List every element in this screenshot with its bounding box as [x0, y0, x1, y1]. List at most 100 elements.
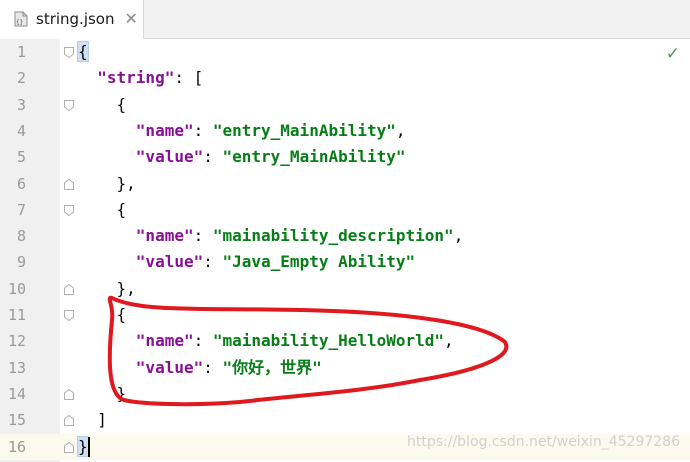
line-number: 2: [16, 69, 26, 88]
code-line[interactable]: 15 ]: [0, 407, 690, 433]
code-text: {: [78, 302, 127, 328]
tab-string-json[interactable]: {} string.json ✕: [0, 0, 144, 39]
json-key: "name": [135, 120, 194, 140]
json-punctuation: : [: [174, 68, 204, 88]
json-punctuation: [78, 121, 136, 140]
fold-marker-icon[interactable]: [64, 178, 74, 190]
json-string: "entry_MainAbility": [212, 120, 396, 140]
json-punctuation: [78, 331, 136, 350]
line-number: 12: [7, 332, 26, 351]
json-punctuation: :: [193, 120, 213, 140]
code-line[interactable]: 5 "value": "entry_MainAbility": [0, 144, 690, 170]
code-text: "string": [: [78, 65, 203, 91]
code-text: },: [78, 171, 136, 197]
json-punctuation: },: [78, 278, 136, 298]
code-line[interactable]: 13 "value": "你好，世界": [0, 355, 690, 381]
fold-marker-icon[interactable]: [64, 204, 74, 216]
json-punctuation: ]: [78, 410, 107, 430]
json-punctuation: {: [78, 305, 127, 324]
code-line[interactable]: 8 "name": "mainability_description",: [0, 223, 690, 249]
code-text: },: [78, 276, 136, 302]
fold-marker-icon[interactable]: [64, 415, 74, 427]
json-punctuation: [78, 147, 136, 166]
json-punctuation: ,: [444, 331, 454, 351]
code-text: {: [78, 92, 127, 118]
code-text: {: [77, 39, 89, 65]
json-punctuation: {: [77, 41, 89, 62]
line-number: 10: [7, 279, 26, 298]
json-file-icon: {}: [14, 11, 28, 27]
code-text: "name": "entry_MainAbility",: [78, 118, 406, 144]
code-line[interactable]: 11 {: [0, 302, 690, 328]
json-punctuation: {: [78, 199, 127, 219]
code-line[interactable]: 9 "value": "Java_Empty Ability": [0, 249, 690, 275]
editor-tab-bar: {} string.json ✕: [0, 0, 690, 39]
code-line[interactable]: 3 {: [0, 92, 690, 118]
line-number: 15: [7, 411, 26, 430]
json-punctuation: :: [193, 331, 213, 351]
json-punctuation: [78, 68, 97, 87]
json-string: "你好，世界": [222, 357, 322, 377]
code-text: "value": "Java_Empty Ability": [78, 249, 415, 275]
code-text: }: [78, 381, 127, 407]
json-punctuation: :: [203, 357, 223, 377]
fold-marker-icon[interactable]: [64, 47, 74, 58]
line-number: 1: [16, 43, 26, 61]
json-punctuation: [78, 226, 136, 245]
code-line[interactable]: 6 },: [0, 171, 690, 197]
watermark: https://blog.csdn.net/weixin_45297286: [406, 434, 680, 450]
json-punctuation: :: [203, 252, 223, 272]
line-number: 16: [7, 437, 26, 456]
json-key: "string": [97, 68, 175, 88]
code-line[interactable]: 14 }: [0, 381, 690, 407]
line-number: 5: [16, 148, 26, 167]
json-key: "value": [135, 252, 204, 272]
json-key: "value": [135, 357, 204, 377]
line-number: 3: [16, 95, 26, 114]
code-text: "value": "entry_MainAbility": [78, 144, 406, 170]
json-key: "name": [135, 331, 194, 351]
fold-marker-icon[interactable]: [64, 388, 74, 400]
text-caret: [88, 436, 90, 457]
json-punctuation: {: [78, 94, 127, 114]
code-line[interactable]: 12 "name": "mainability_HelloWorld",: [0, 328, 690, 354]
code-line[interactable]: 2 "string": [: [0, 65, 690, 91]
json-punctuation: },: [78, 173, 136, 193]
json-string: "entry_MainAbility": [222, 147, 406, 167]
code-text: ]: [78, 407, 107, 433]
json-string: "mainability_description": [212, 226, 454, 246]
line-number: 4: [16, 121, 26, 140]
line-number: 8: [16, 227, 26, 246]
code-line[interactable]: 10 },: [0, 276, 690, 302]
json-punctuation: :: [203, 147, 223, 167]
line-number: 6: [16, 174, 26, 193]
code-text: "name": "mainability_description",: [78, 223, 464, 249]
fold-marker-icon[interactable]: [64, 283, 74, 295]
fold-marker-icon[interactable]: [64, 99, 74, 111]
code-line[interactable]: 1{: [0, 39, 690, 65]
json-punctuation: [78, 358, 136, 377]
json-key: "name": [135, 226, 194, 246]
json-punctuation: }: [78, 383, 127, 403]
json-string: "Java_Empty Ability": [222, 252, 416, 272]
fold-marker-icon[interactable]: [64, 310, 74, 321]
line-number: 13: [7, 358, 26, 377]
json-punctuation: }: [77, 435, 89, 457]
json-punctuation: ,: [395, 120, 406, 140]
code-text: }: [77, 434, 89, 460]
json-punctuation: ,: [453, 226, 464, 246]
json-string: "mainability_HelloWorld": [212, 331, 445, 351]
line-number: 14: [7, 384, 26, 403]
tab-title: string.json: [36, 10, 115, 28]
json-punctuation: :: [193, 226, 213, 246]
line-number: 7: [16, 200, 26, 219]
json-punctuation: [78, 252, 136, 271]
line-number: 11: [7, 306, 26, 324]
fold-marker-icon[interactable]: [64, 441, 74, 453]
svg-text:{}: {}: [16, 19, 23, 26]
code-line[interactable]: 4 "name": "entry_MainAbility",: [0, 118, 690, 144]
json-key: "value": [135, 147, 204, 167]
close-tab-icon[interactable]: ✕: [125, 11, 138, 27]
inspection-ok-icon[interactable]: ✓: [666, 44, 680, 64]
code-line[interactable]: 7 {: [0, 197, 690, 223]
